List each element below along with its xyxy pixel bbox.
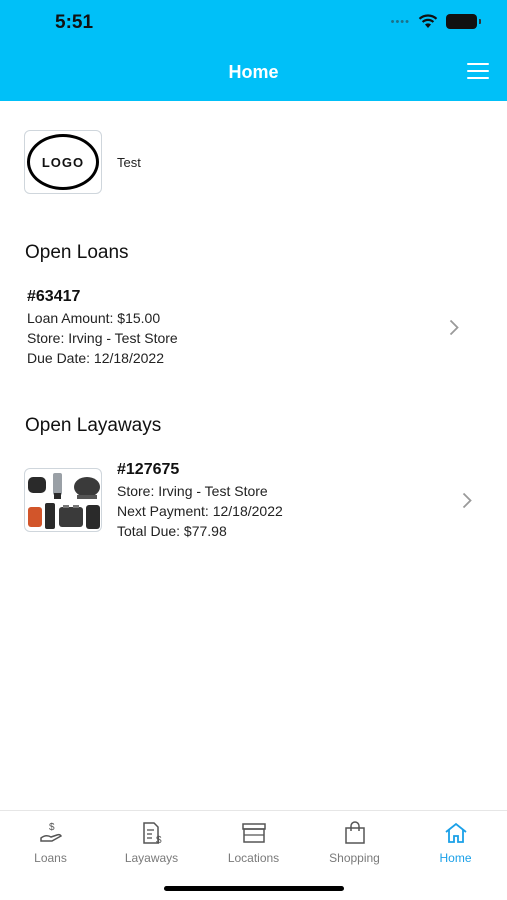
home-indicator (164, 886, 344, 891)
appliances-image (28, 473, 100, 529)
layaway-next-payment: Next Payment: 12/18/2022 (117, 503, 283, 519)
loan-due-date: Due Date: 12/18/2022 (27, 350, 164, 366)
tab-shopping[interactable]: Shopping (304, 821, 405, 865)
tab-label: Locations (227, 851, 280, 865)
tab-label: Home (439, 851, 472, 865)
chevron-right-icon[interactable] (449, 319, 459, 336)
signal-dots-icon: •••• (390, 15, 410, 28)
status-time: 5:51 (55, 12, 94, 33)
logo-text: LOGO (27, 134, 99, 190)
chevron-right-icon[interactable] (462, 492, 472, 509)
svg-text:$: $ (49, 822, 55, 833)
status-icons: •••• (390, 14, 481, 29)
tab-label: Loans (34, 851, 67, 865)
layaway-card[interactable]: #127675 Store: Irving - Test Store Next … (0, 461, 507, 545)
tab-locations[interactable]: Locations (203, 821, 304, 865)
tab-loans[interactable]: $ Loans (0, 821, 101, 865)
page-title: Home (228, 62, 279, 82)
header-bar: 5:51 •••• Home (0, 0, 507, 101)
loan-card[interactable]: #63417 Loan Amount: $15.00 Store: Irving… (0, 288, 507, 372)
profile-name: Test (117, 154, 141, 170)
profile-row: LOGO Test (24, 130, 141, 194)
loans-icon: $ (39, 822, 62, 842)
open-layaways-title: Open Layaways (25, 415, 162, 436)
tab-label: Shopping (329, 851, 380, 865)
svg-text:$: $ (156, 835, 162, 845)
layaways-icon: $ (142, 822, 162, 845)
layaway-number: #127675 (117, 461, 180, 478)
tab-home[interactable]: Home (405, 821, 506, 865)
loan-amount: Loan Amount: $15.00 (27, 310, 161, 326)
hamburger-menu-icon[interactable] (467, 63, 489, 80)
store-logo: LOGO (24, 130, 102, 194)
locations-icon (241, 823, 266, 843)
loan-number: #63417 (27, 288, 81, 305)
battery-icon (446, 14, 481, 29)
shopping-bag-icon (344, 821, 365, 844)
open-loans-title: Open Loans (25, 242, 129, 263)
wifi-icon (418, 14, 438, 28)
home-icon (444, 822, 467, 843)
layaway-store: Store: Irving - Test Store (117, 483, 268, 499)
tab-layaways[interactable]: $ Layaways (101, 821, 202, 865)
tab-label: Layaways (124, 851, 179, 865)
layaway-total-due: Total Due: $77.98 (117, 523, 227, 539)
layaway-product-image (24, 468, 102, 532)
loan-store: Store: Irving - Test Store (27, 330, 178, 346)
